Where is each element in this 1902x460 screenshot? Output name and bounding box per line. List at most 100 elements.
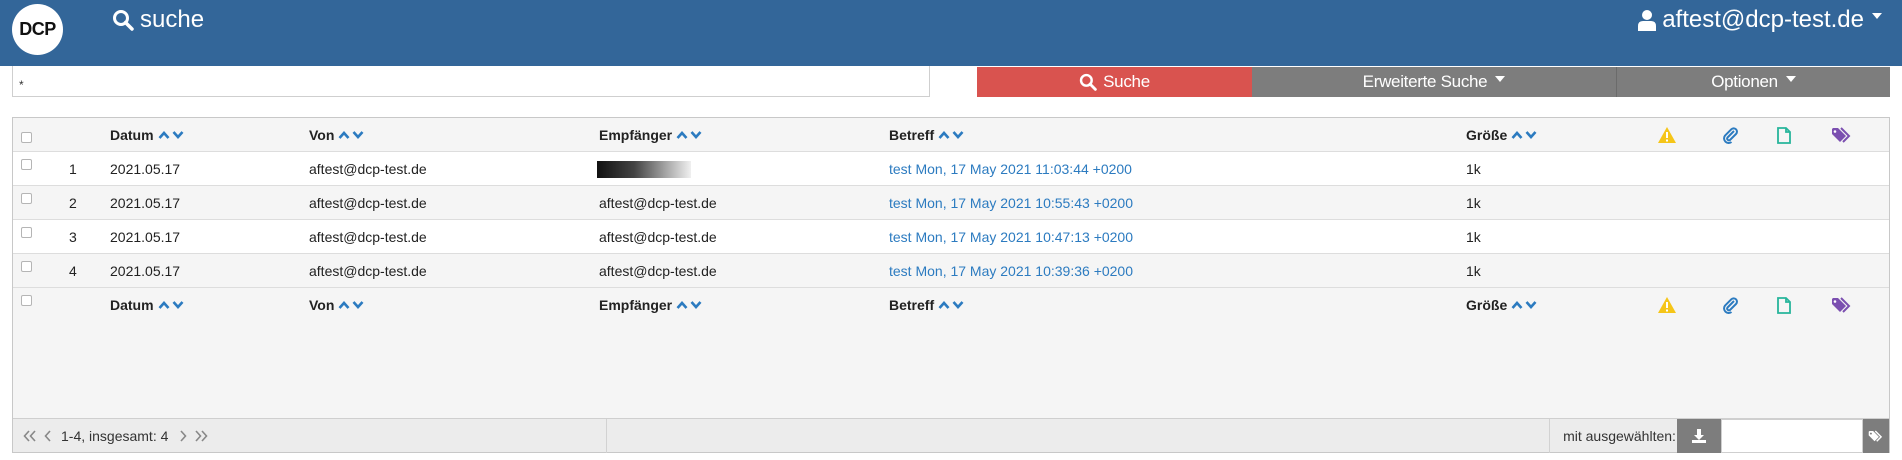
user-menu[interactable]: aftest@dcp-test.de	[1638, 6, 1882, 34]
search-icon	[113, 10, 134, 31]
column-header-size[interactable]: Größe	[1466, 118, 1537, 152]
table-row[interactable]: 3 2021.05.17 aftest@dcp-test.de aftest@d…	[13, 220, 1889, 254]
column-header-to[interactable]: Empfänger	[599, 288, 702, 322]
sort-up-icon[interactable]	[1511, 300, 1523, 310]
row-subject-link[interactable]: test Mon, 17 May 2021 10:55:43 +0200	[889, 186, 1133, 220]
sort-up-icon[interactable]	[338, 300, 350, 310]
column-header-subject[interactable]: Betreff	[889, 288, 964, 322]
column-header-size[interactable]: Größe	[1466, 288, 1537, 322]
column-header-subject[interactable]: Betreff	[889, 118, 964, 152]
row-from: aftest@dcp-test.de	[309, 161, 427, 177]
sort-arrows[interactable]	[158, 300, 184, 310]
row-checkbox[interactable]	[21, 261, 32, 272]
row-subject-link[interactable]: test Mon, 17 May 2021 10:39:36 +0200	[889, 254, 1133, 288]
row-checkbox[interactable]	[21, 227, 32, 238]
advanced-search-label: Erweiterte Suche	[1362, 72, 1488, 91]
sort-up-icon[interactable]	[938, 130, 950, 140]
column-header-to[interactable]: Empfänger	[599, 118, 702, 152]
sort-down-icon[interactable]	[352, 300, 364, 310]
column-header-label: Von	[309, 297, 335, 313]
row-to: aftest@dcp-test.de	[599, 195, 717, 211]
column-header-date[interactable]: Datum	[110, 288, 184, 322]
sort-arrows[interactable]	[676, 300, 702, 310]
column-header-tags[interactable]	[1831, 118, 1853, 152]
options-label: Optionen	[1711, 72, 1778, 91]
bulk-download-button[interactable]	[1677, 419, 1721, 453]
row-to-redacted	[597, 152, 691, 186]
search-input[interactable]	[12, 66, 930, 97]
select-all-checkbox[interactable]	[21, 132, 32, 143]
row-to: aftest@dcp-test.de	[599, 229, 717, 245]
sort-up-icon[interactable]	[338, 130, 350, 140]
sort-down-icon[interactable]	[690, 300, 702, 310]
bulk-tag-button[interactable]	[1863, 419, 1889, 453]
row-checkbox[interactable]	[21, 159, 32, 170]
sort-up-icon[interactable]	[938, 300, 950, 310]
table-row[interactable]: 4 2021.05.17 aftest@dcp-test.de aftest@d…	[13, 254, 1889, 288]
sort-down-icon[interactable]	[352, 130, 364, 140]
user-email: aftest@dcp-test.de	[1662, 6, 1864, 33]
sort-arrows[interactable]	[158, 130, 184, 140]
column-header-attachment[interactable]	[1721, 288, 1739, 322]
tags-icon	[1832, 296, 1851, 313]
user-icon	[1638, 10, 1657, 31]
sort-up-icon[interactable]	[1511, 130, 1523, 140]
column-header-file[interactable]	[1777, 288, 1791, 322]
row-from: aftest@dcp-test.de	[309, 263, 427, 279]
row-number: 2	[69, 195, 77, 211]
sort-arrows[interactable]	[1511, 300, 1537, 310]
column-header-warning[interactable]	[1657, 288, 1677, 322]
sort-up-icon[interactable]	[676, 300, 688, 310]
column-header-from[interactable]: Von	[309, 118, 364, 152]
search-button-label: Suche	[1103, 72, 1150, 91]
first-page-icon[interactable]	[23, 430, 37, 442]
column-header-label: Größe	[1466, 127, 1508, 143]
sort-arrows[interactable]	[938, 300, 964, 310]
column-header-tags[interactable]	[1831, 288, 1853, 322]
column-header-warning[interactable]	[1657, 118, 1677, 152]
row-to: aftest@dcp-test.de	[599, 263, 717, 279]
sort-down-icon[interactable]	[1525, 300, 1537, 310]
prev-page-icon[interactable]	[43, 430, 53, 442]
table-header-row: Datum Von Empfänger Betreff Größe	[13, 118, 1889, 152]
sort-down-icon[interactable]	[172, 130, 184, 140]
dcp-logo[interactable]: DCP	[12, 4, 63, 55]
sort-down-icon[interactable]	[1525, 130, 1537, 140]
tags-icon	[1868, 430, 1883, 442]
sort-up-icon[interactable]	[676, 130, 688, 140]
sort-down-icon[interactable]	[952, 130, 964, 140]
row-subject-link[interactable]: test Mon, 17 May 2021 11:03:44 +0200	[889, 152, 1132, 186]
sort-arrows[interactable]	[938, 130, 964, 140]
last-page-icon[interactable]	[194, 430, 208, 442]
column-header-label: Betreff	[889, 297, 935, 313]
column-header-from[interactable]: Von	[309, 288, 364, 322]
nav-search-link[interactable]: suche	[112, 6, 204, 34]
sort-arrows[interactable]	[1511, 130, 1537, 140]
select-all-checkbox[interactable]	[21, 295, 32, 306]
bulk-tag-input[interactable]	[1721, 419, 1863, 453]
sort-down-icon[interactable]	[690, 130, 702, 140]
sort-arrows[interactable]	[338, 130, 364, 140]
chevron-down-icon	[1495, 76, 1506, 82]
sort-up-icon[interactable]	[158, 300, 170, 310]
next-page-icon[interactable]	[178, 430, 188, 442]
table-footer-header-row: Datum Von Empfänger Betreff Größe	[13, 288, 1889, 322]
row-subject-link[interactable]: test Mon, 17 May 2021 10:47:13 +0200	[889, 220, 1133, 254]
sort-up-icon[interactable]	[158, 130, 170, 140]
search-button[interactable]: Suche	[977, 67, 1252, 97]
sort-down-icon[interactable]	[172, 300, 184, 310]
column-header-file[interactable]	[1777, 118, 1791, 152]
table-row[interactable]: 2 2021.05.17 aftest@dcp-test.de aftest@d…	[13, 186, 1889, 220]
table-row[interactable]: 1 2021.05.17 aftest@dcp-test.de test Mon…	[13, 152, 1889, 186]
sort-down-icon[interactable]	[952, 300, 964, 310]
sort-arrows[interactable]	[338, 300, 364, 310]
column-header-attachment[interactable]	[1721, 118, 1739, 152]
row-size: 1k	[1466, 229, 1481, 245]
options-button[interactable]: Optionen	[1617, 67, 1890, 97]
sort-arrows[interactable]	[676, 130, 702, 140]
row-date: 2021.05.17	[110, 229, 181, 245]
advanced-search-button[interactable]: Erweiterte Suche	[1252, 67, 1617, 97]
column-header-date[interactable]: Datum	[110, 118, 184, 152]
row-date: 2021.05.17	[110, 263, 181, 279]
row-checkbox[interactable]	[21, 193, 32, 204]
